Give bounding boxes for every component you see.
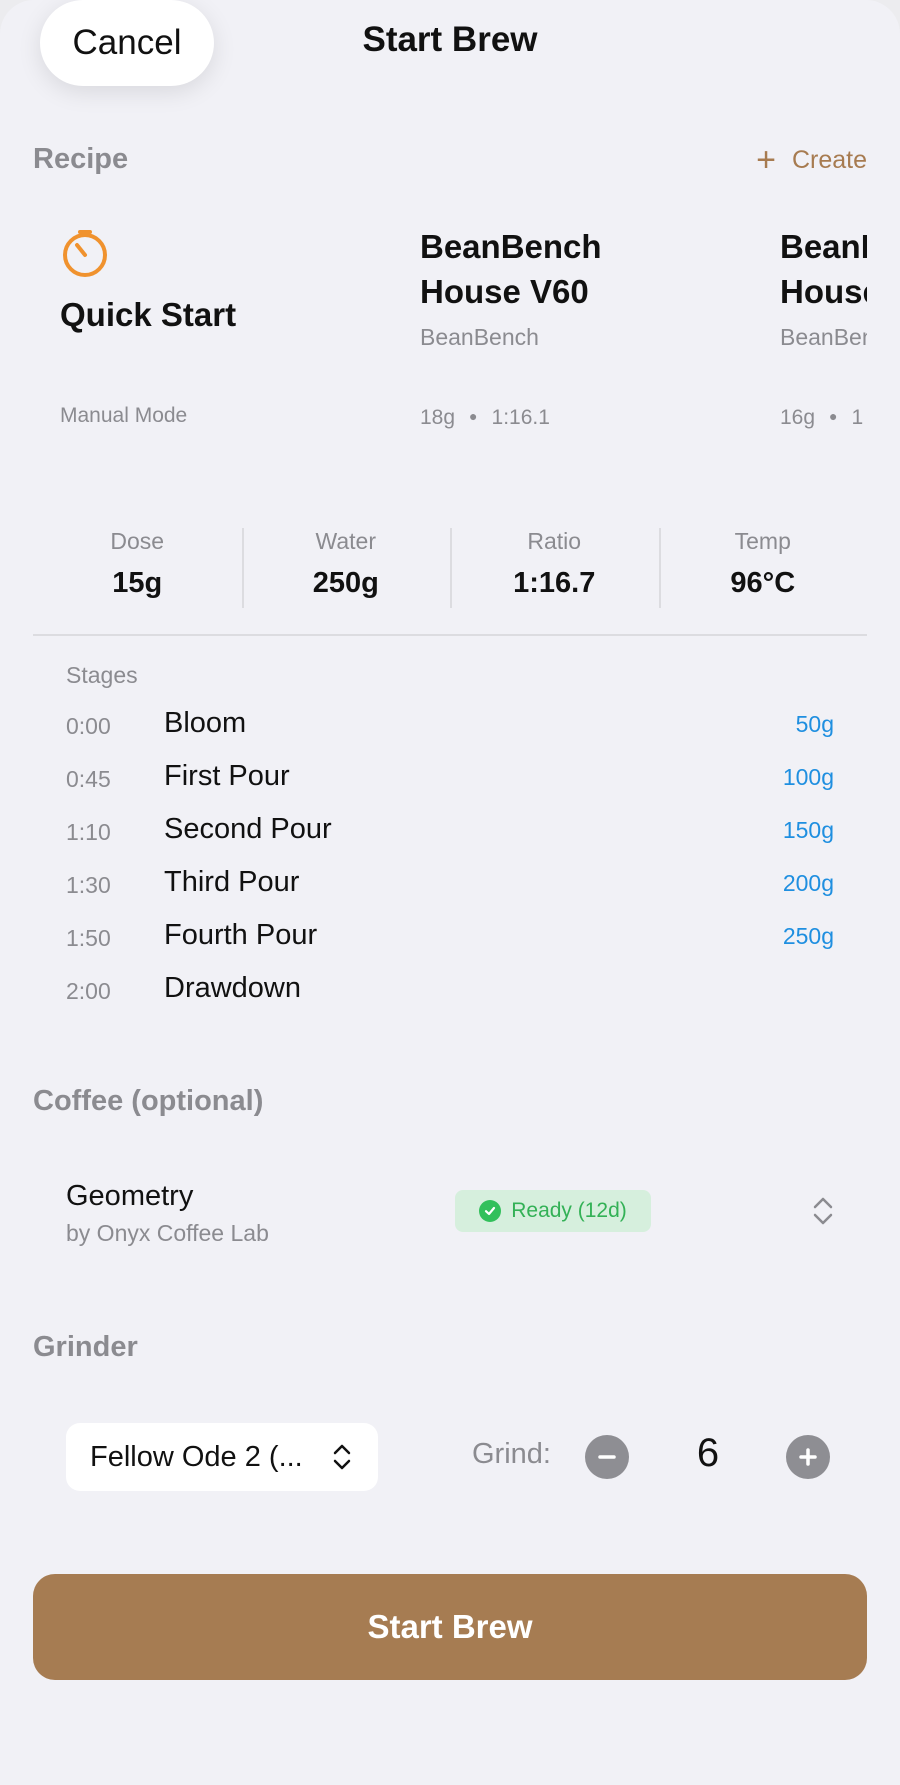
stage-time: 1:50 <box>66 925 111 951</box>
stage-row: 2:00 Drawdown <box>66 972 834 1012</box>
recipe-section-label: Recipe <box>33 143 129 175</box>
stat-value: 250g <box>312 567 379 599</box>
stage-name: Bloom <box>164 707 247 739</box>
timer-icon <box>63 230 107 277</box>
coffee-roaster: by Onyx Coffee Lab <box>66 1220 269 1246</box>
stage-weight: 250g <box>782 923 834 949</box>
recipe-card-ratio: 1:16.1 <box>491 406 550 429</box>
stage-row: 0:45 First Pour 100g <box>66 760 834 800</box>
recipe-card-meta: 18g ● 1:16.1 <box>420 406 550 430</box>
recipe-card-meta: Manual Mode <box>60 404 188 427</box>
grind-label: Grind: <box>472 1438 551 1470</box>
stat-water: Water 250g <box>241 528 451 608</box>
stage-name: Third Pour <box>164 866 300 898</box>
stage-weight: 200g <box>782 870 834 896</box>
recipe-card-quick-start[interactable]: Quick Start <box>60 292 236 337</box>
stage-weight: 100g <box>782 764 834 790</box>
stage-weight: 50g <box>795 711 834 737</box>
stage-time: 1:10 <box>66 819 111 845</box>
recipe-card-title-line1: BeanBench <box>780 228 867 265</box>
stat-label: Water <box>315 528 377 554</box>
start-brew-sheet: Cancel Start Brew Recipe + Create Quick … <box>0 0 900 1785</box>
status-badge: Ready (12d) <box>455 1190 651 1232</box>
grind-value: 6 <box>696 1431 720 1475</box>
grinder-section-label: Grinder <box>33 1331 138 1363</box>
page-title: Start Brew <box>362 20 538 59</box>
stage-time: 2:00 <box>66 978 111 1004</box>
decrement-grind-button[interactable] <box>585 1435 629 1479</box>
start-brew-button[interactable]: Start Brew <box>33 1574 867 1680</box>
stat-temp: Temp 96°C <box>658 528 868 608</box>
grinder-select[interactable]: Fellow Ode 2 (... <box>66 1423 378 1491</box>
stage-row: 0:00 Bloom 50g <box>66 707 834 747</box>
plus-icon: + <box>756 141 776 179</box>
grinder-selected: Fellow Ode 2 (... <box>90 1440 303 1473</box>
status-text: Ready (12d) <box>511 1199 627 1222</box>
recipe-card-title-line1: BeanBench <box>420 228 602 265</box>
stage-row: 1:10 Second Pour 150g <box>66 813 834 853</box>
separator-dot: ● <box>469 408 478 424</box>
separator-dot: ● <box>829 408 838 424</box>
stage-name: Fourth Pour <box>164 919 318 951</box>
recipe-card-beanbench-v60[interactable]: BeanBench House V60 BeanBench 18g ● 1:16.1 <box>420 224 602 429</box>
recipe-card-ratio: 1 <box>851 406 864 429</box>
recipe-card-subtitle: BeanBench <box>780 324 867 350</box>
increment-grind-button[interactable] <box>786 1435 830 1479</box>
stat-value: 1:16.7 <box>513 567 596 599</box>
stage-row: 1:50 Fourth Pour 250g <box>66 919 834 959</box>
recipe-card-meta: 16g ● 1 <box>780 406 863 430</box>
stage-time: 1:30 <box>66 872 111 898</box>
recipe-card-title-line2: House V60 <box>420 273 589 310</box>
coffee-name: Geometry <box>66 1180 194 1212</box>
stage-time: 0:00 <box>66 713 111 739</box>
coffee-section-label: Coffee (optional) <box>33 1085 264 1117</box>
stage-row: 1:30 Third Pour 200g <box>66 866 834 906</box>
stage-name: Drawdown <box>164 972 301 1004</box>
stat-label: Dose <box>110 528 165 554</box>
brew-stats: Dose 15g Water 250g Ratio 1:16.7 Temp 96… <box>33 528 867 608</box>
recipe-card-subtitle: BeanBench <box>420 324 539 350</box>
recipe-card-dose: 18g <box>420 406 456 429</box>
plus-icon <box>799 1448 817 1466</box>
stages-label: Stages <box>66 662 138 688</box>
stage-name: Second Pour <box>164 813 332 845</box>
stat-dose: Dose 15g <box>33 528 242 608</box>
stat-ratio: Ratio 1:16.7 <box>450 528 659 608</box>
checkmark-icon <box>479 1200 502 1222</box>
minus-icon <box>598 1455 616 1459</box>
recipe-card-dose: 16g <box>780 406 816 429</box>
stat-value: 96°C <box>730 567 796 599</box>
recipe-card-title-line2: House <box>780 273 867 310</box>
chevron-up-down-icon[interactable] <box>812 1196 834 1226</box>
stat-label: Ratio <box>527 528 582 554</box>
divider <box>33 634 867 636</box>
stage-name: First Pour <box>164 760 290 792</box>
recipe-card-title: Quick Start <box>60 296 237 333</box>
chevron-up-down-icon <box>333 1444 351 1470</box>
stage-weight: 150g <box>782 817 834 843</box>
recipe-card-clip: BeanBench House BeanBench 16g ● 1 <box>780 0 867 440</box>
stage-time: 0:45 <box>66 766 111 792</box>
stat-label: Temp <box>734 528 791 554</box>
recipe-card-beanbench-house[interactable]: BeanBench House BeanBench 16g ● 1 <box>780 224 867 429</box>
stat-value: 15g <box>112 567 163 599</box>
